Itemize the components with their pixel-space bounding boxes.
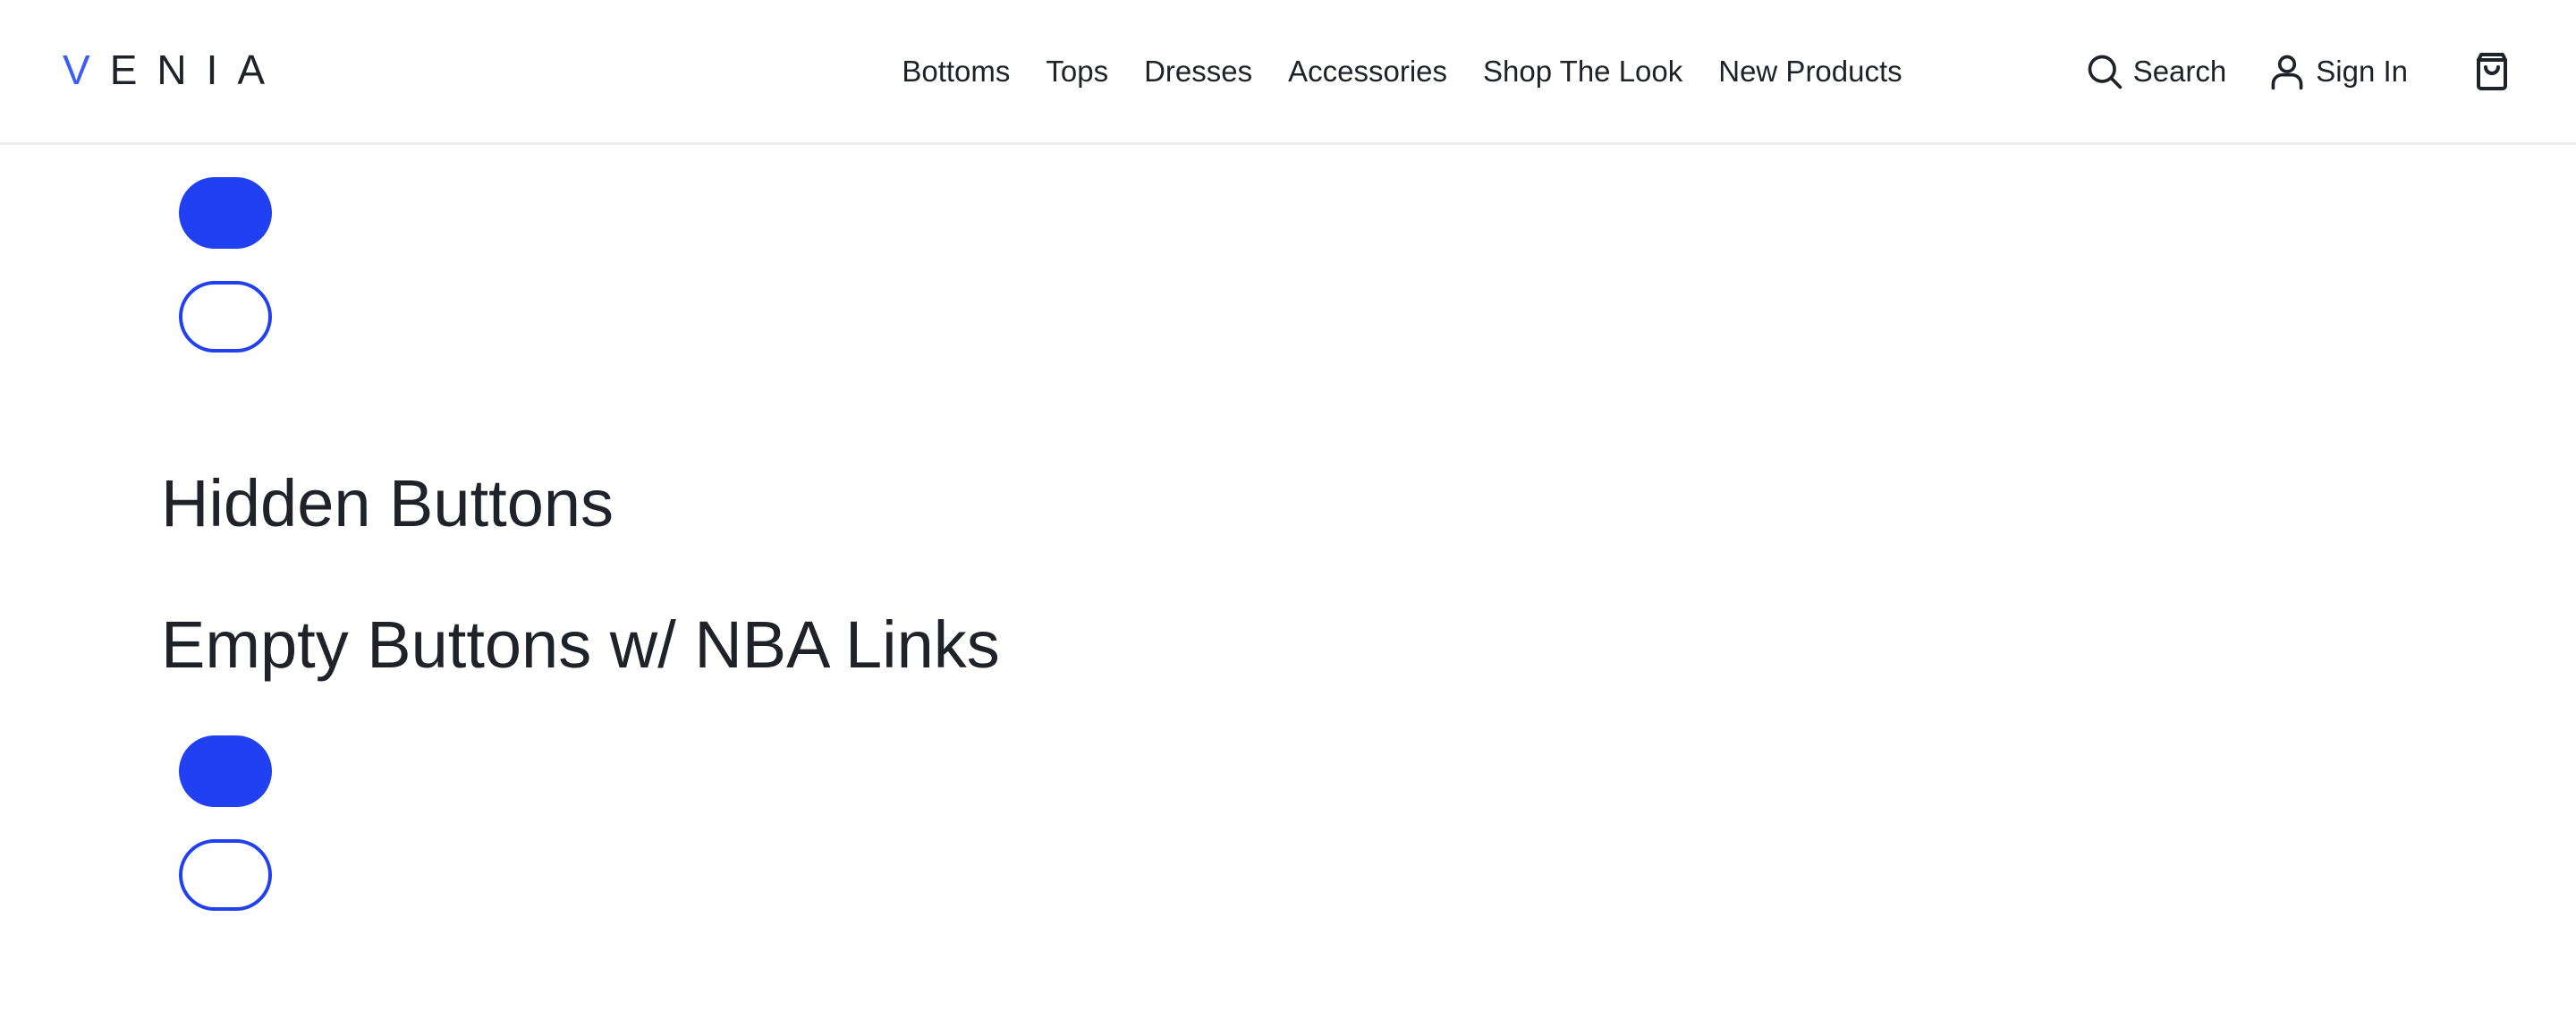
user-icon xyxy=(2267,52,2307,91)
search-button[interactable]: Search xyxy=(2085,52,2227,91)
section-title-empty-buttons-nba-links: Empty Buttons w/ NBA Links xyxy=(161,607,1000,682)
main-content: Hidden Buttons Empty Buttons w/ NBA Link… xyxy=(0,145,2576,1011)
nav-item-shop-the-look[interactable]: Shop The Look xyxy=(1483,47,1682,97)
empty-filled-button[interactable] xyxy=(179,177,272,249)
nav-item-accessories[interactable]: Accessories xyxy=(1288,47,1447,97)
logo-letter-v: V xyxy=(63,47,110,93)
nav-item-new-products[interactable]: New Products xyxy=(1718,47,1902,97)
site-header: V ENIA Bottoms Tops Dresses Accessories S… xyxy=(0,0,2576,145)
sign-in-button[interactable]: Sign In xyxy=(2267,52,2408,91)
section-title-hidden-buttons: Hidden Buttons xyxy=(161,466,614,540)
nav-item-tops[interactable]: Tops xyxy=(1046,47,1108,97)
shopping-bag-icon xyxy=(2470,50,2513,93)
search-label: Search xyxy=(2132,55,2227,88)
venia-logo[interactable]: V ENIA xyxy=(63,43,284,97)
nav-item-dresses[interactable]: Dresses xyxy=(1144,47,1252,97)
nav-item-bottoms[interactable]: Bottoms xyxy=(902,47,1010,97)
search-icon xyxy=(2085,52,2124,91)
logo-letters: ENIA xyxy=(109,47,285,93)
sign-in-label: Sign In xyxy=(2316,55,2408,88)
empty-filled-button-nba-link[interactable] xyxy=(179,735,272,807)
header-actions: Search Sign In xyxy=(2085,47,2513,97)
cart-button[interactable] xyxy=(2470,50,2513,93)
empty-outline-button[interactable] xyxy=(179,281,272,353)
empty-outline-button-nba-link[interactable] xyxy=(179,839,272,911)
